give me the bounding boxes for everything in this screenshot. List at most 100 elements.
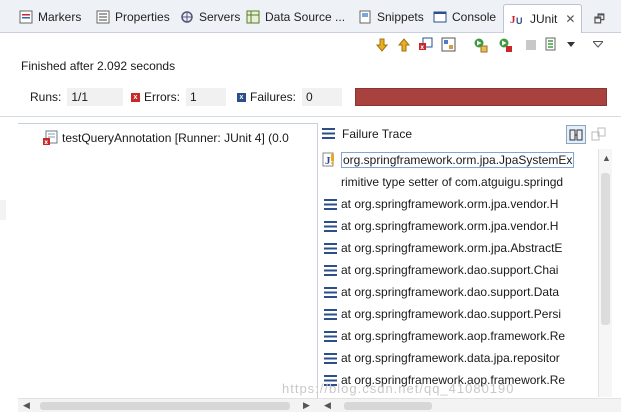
trace-line[interactable]: at org.springframework.orm.jpa.AbstractE	[318, 237, 600, 259]
error-icon: x	[131, 92, 140, 102]
rerun-test-icon[interactable]	[472, 36, 489, 53]
trace-line-text: at org.springframework.aop.framework.Re	[341, 329, 566, 343]
runs-value: 1/1	[67, 88, 124, 106]
scroll-right-icon[interactable]: ▶	[303, 400, 310, 411]
tab-label: Snippets	[377, 9, 424, 24]
divider	[0, 116, 621, 117]
tab-properties[interactable]: Properties	[95, 4, 170, 29]
errors-value: 1	[186, 88, 226, 106]
trace-line-text: rimitive type setter of com.atguigu.spri…	[341, 175, 564, 189]
trace-line-text: at org.springframework.data.jpa.reposito…	[341, 351, 560, 365]
snippets-icon	[357, 9, 372, 24]
failures-counter: x Failures: 0	[237, 87, 343, 107]
restore-view-icon[interactable]: 🗗	[594, 10, 605, 31]
tree-horizontal-scrollbar[interactable]: ◀ ▶	[18, 398, 318, 412]
rerun-failures-first-icon[interactable]	[497, 36, 514, 53]
junit-icon: JU	[510, 12, 525, 27]
tab-label: Servers	[199, 9, 241, 24]
test-tree: x testQueryAnnotation [Runner: JUnit 4] …	[18, 123, 318, 398]
svg-text:U: U	[516, 16, 523, 26]
errors-counter: x Errors: 1	[131, 87, 226, 107]
stack-trace-list: J org.springframework.orm.jpa.JpaSystemE…	[318, 149, 600, 397]
failure-trace-title: Failure Trace	[342, 127, 413, 141]
junit-toolbar: x	[0, 33, 621, 57]
history-dropdown-icon[interactable]	[566, 36, 576, 53]
runs-label: Runs:	[30, 90, 62, 104]
scrollbar-thumb[interactable]	[40, 402, 290, 410]
trace-line[interactable]: J org.springframework.orm.jpa.JpaSystemE…	[318, 149, 600, 171]
scrollbar-thumb[interactable]	[601, 173, 610, 325]
tab-label: Data Source ...	[265, 9, 346, 24]
trace-line[interactable]: at org.springframework.data.jpa.reposito…	[318, 347, 600, 369]
show-failures-only-icon[interactable]: x	[417, 36, 434, 53]
failures-label: Failures:	[250, 90, 297, 104]
svg-text:x: x	[420, 44, 424, 51]
tab-servers[interactable]: Servers	[179, 4, 240, 29]
test-run-history-icon[interactable]	[544, 36, 561, 53]
failure-icon: x	[237, 92, 246, 102]
trace-line-text: at org.springframework.orm.jpa.AbstractE	[341, 241, 563, 255]
trace-line[interactable]: at org.springframework.dao.support.Chai	[318, 259, 600, 281]
stop-icon[interactable]	[522, 36, 539, 53]
scroll-lock-icon[interactable]	[440, 36, 457, 53]
previous-failure-icon[interactable]	[395, 36, 412, 53]
trace-horizontal-scrollbar[interactable]: ◀	[318, 398, 621, 412]
stack-trace-icon	[322, 128, 335, 142]
trace-line-text: at org.springframework.dao.support.Persi	[341, 307, 562, 321]
scroll-left-icon[interactable]: ◀	[324, 400, 331, 411]
trace-vertical-scrollbar[interactable]: ▲	[598, 149, 612, 397]
view-menu-icon[interactable]	[592, 36, 604, 53]
tree-item-label: testQueryAnnotation [Runner: JUnit 4] (0…	[62, 130, 289, 145]
trace-line-text: at org.springframework.orm.jpa.vendor.H	[341, 219, 559, 233]
scrollbar-thumb[interactable]	[344, 402, 432, 410]
errors-label: Errors:	[144, 90, 180, 104]
servers-icon	[179, 9, 194, 24]
compare-result-icon[interactable]	[591, 127, 606, 145]
trace-line-text: org.springframework.orm.jpa.JpaSystemEx	[341, 152, 575, 168]
trace-line[interactable]: at org.springframework.aop.framework.Re	[318, 325, 600, 347]
finished-status: Finished after 2.092 seconds	[21, 59, 176, 73]
failure-trace-pane: Failure Trace J org.springframework.orm.…	[318, 123, 621, 398]
filter-stack-icon[interactable]	[566, 125, 586, 144]
data-source-icon	[245, 9, 260, 24]
exception-icon: J	[321, 152, 339, 168]
tab-data-source[interactable]: Data Source ...	[245, 4, 345, 29]
tab-snippets[interactable]: Snippets	[357, 4, 424, 29]
stack-frame-icon	[321, 286, 339, 298]
test-progress-bar	[355, 88, 607, 106]
stack-frame-icon	[321, 264, 339, 276]
trace-line-text: at org.springframework.dao.support.Chai	[341, 263, 559, 277]
next-failure-icon[interactable]	[373, 36, 390, 53]
trace-line[interactable]: at org.springframework.orm.jpa.vendor.H	[318, 215, 600, 237]
tab-junit[interactable]: JU JUnit ✕	[503, 4, 583, 33]
tab-console[interactable]: Console	[432, 4, 496, 29]
stack-frame-icon	[321, 330, 339, 342]
stack-frame-icon	[321, 308, 339, 320]
test-error-icon: x	[42, 130, 58, 146]
trace-line[interactable]: at org.springframework.dao.support.Data	[318, 281, 600, 303]
close-icon[interactable]: ✕	[565, 12, 575, 26]
tree-item[interactable]: x testQueryAnnotation [Runner: JUnit 4] …	[42, 129, 289, 146]
stack-frame-icon	[321, 242, 339, 254]
stack-frame-icon	[321, 352, 339, 364]
trace-line[interactable]: at org.springframework.dao.support.Persi	[318, 303, 600, 325]
tab-label: Properties	[115, 9, 170, 24]
failures-value: 0	[302, 88, 343, 106]
tab-markers[interactable]: Markers	[18, 4, 81, 29]
tab-label: Console	[452, 9, 497, 24]
tab-label: Markers	[38, 9, 82, 24]
view-tab-bar: Markers Properties Servers Data Source .…	[0, 0, 621, 33]
console-icon	[432, 9, 447, 24]
scroll-left-icon[interactable]: ◀	[23, 400, 30, 411]
markers-icon	[18, 9, 33, 24]
scroll-up-icon[interactable]: ▲	[602, 153, 611, 163]
stack-frame-icon	[321, 220, 339, 232]
svg-text:J: J	[325, 155, 331, 167]
trace-line[interactable]: at org.springframework.orm.jpa.vendor.H	[318, 193, 600, 215]
trace-line-text: at org.springframework.orm.jpa.vendor.H	[341, 197, 559, 211]
properties-icon	[95, 9, 110, 24]
trace-line[interactable]: rimitive type setter of com.atguigu.spri…	[318, 171, 600, 193]
watermark: https://blog.csdn.net/qq_41080190	[282, 381, 515, 396]
test-counters: Runs: 1/1 x Errors: 1 x Failures: 0	[21, 87, 608, 107]
runs-counter: Runs: 1/1	[30, 87, 124, 107]
